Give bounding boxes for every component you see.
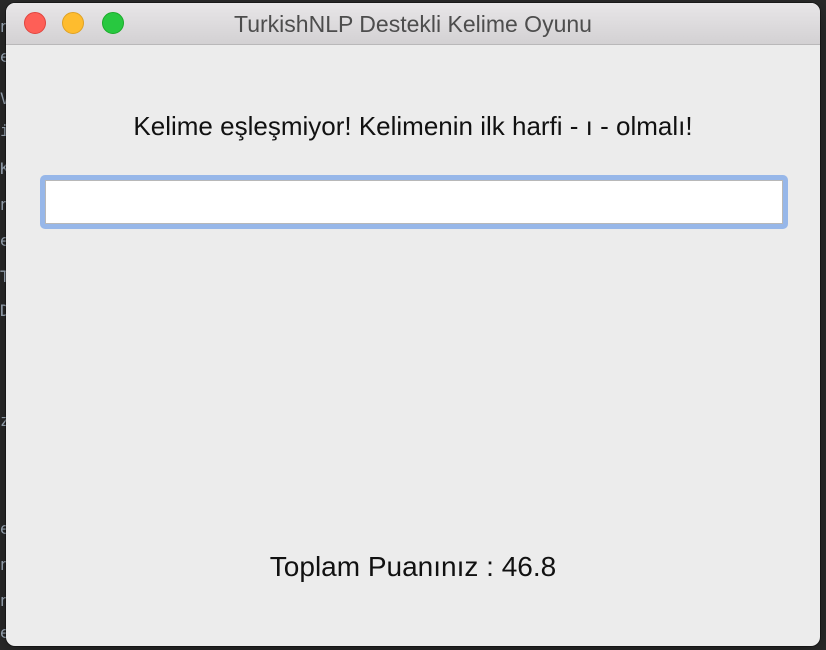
title-bar[interactable]: TurkishNLP Destekli Kelime Oyunu	[6, 3, 820, 45]
word-input-focus-ring	[40, 175, 788, 229]
word-input[interactable]	[45, 180, 783, 224]
window-title: TurkishNLP Destekli Kelime Oyunu	[234, 11, 592, 37]
game-window: TurkishNLP Destekli Kelime Oyunu Kelime …	[6, 3, 820, 646]
total-score: Toplam Puanınız : 46.8	[269, 551, 557, 582]
feedback-message: Kelime eşleşmiyor! Kelimenin ilk harfi -…	[133, 111, 693, 141]
